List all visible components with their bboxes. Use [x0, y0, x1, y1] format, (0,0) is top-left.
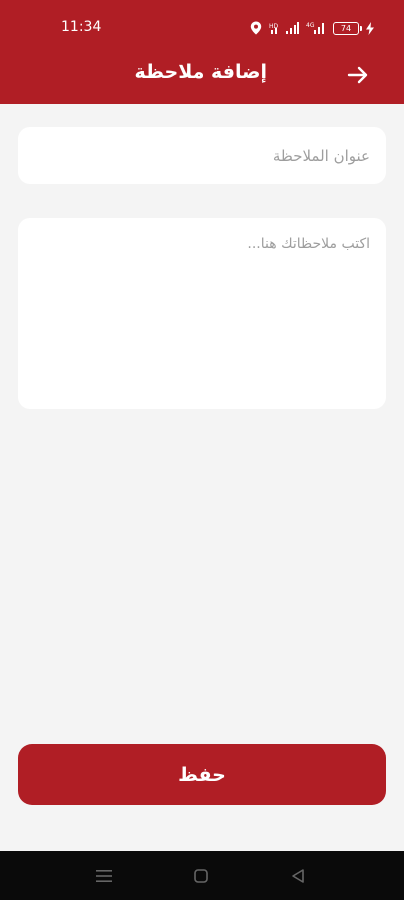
back-button[interactable] [342, 62, 374, 88]
system-nav-bar [0, 851, 404, 900]
status-bar: 11:34 HD 4G 74 [0, 0, 404, 54]
header: 11:34 HD 4G 74 إضافة ملاحظة [0, 0, 404, 104]
save-button[interactable]: حفظ [18, 744, 386, 805]
back-icon[interactable] [287, 865, 309, 887]
arrow-right-icon [347, 66, 368, 84]
status-icons: HD 4G 74 [250, 18, 374, 38]
battery-level: 74 [340, 23, 352, 33]
svg-text:4G: 4G [306, 22, 315, 29]
charging-icon [366, 21, 374, 35]
wifi-icon: 4G [306, 21, 326, 35]
menu-icon[interactable] [93, 865, 115, 887]
svg-text:HD: HD [269, 23, 279, 30]
app-bar: إضافة ملاحظة [0, 54, 404, 104]
note-body-textarea[interactable] [18, 218, 386, 409]
home-icon[interactable] [190, 865, 212, 887]
signal-icon: HD [269, 21, 299, 35]
battery-icon: 74 [333, 21, 362, 35]
status-time: 11:34 [61, 19, 102, 35]
location-icon [250, 21, 262, 35]
note-title-input[interactable] [18, 127, 386, 184]
page-title: إضافة ملاحظة [134, 61, 268, 83]
